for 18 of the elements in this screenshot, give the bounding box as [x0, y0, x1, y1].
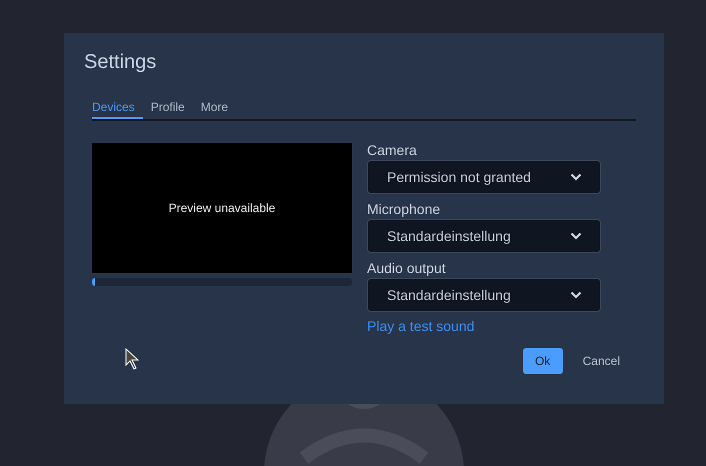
cancel-button[interactable]: Cancel — [570, 348, 632, 374]
dropdown[interactable]: Standardeinstellung — [367, 278, 601, 312]
chevron-down-icon — [570, 173, 582, 181]
mouse-cursor-icon — [125, 348, 139, 370]
tab[interactable]: More — [200, 97, 236, 119]
dropdown[interactable]: Standardeinstellung — [367, 219, 601, 253]
field-label: Microphone — [367, 201, 440, 218]
preview-message: Preview unavailable — [168, 201, 276, 215]
tab[interactable]: Profile — [150, 97, 193, 119]
ok-button[interactable]: Ok — [522, 348, 563, 374]
dropdown[interactable]: Permission not granted — [367, 160, 601, 194]
tab[interactable]: Devices — [92, 97, 143, 119]
field-label: Audio output — [367, 260, 446, 277]
chevron-down-icon — [570, 232, 582, 240]
field-label: Camera — [367, 142, 417, 159]
chevron-down-icon — [570, 291, 582, 299]
dialog-title: Settings — [84, 51, 156, 74]
test-sound-link[interactable]: Play a test sound — [367, 318, 474, 334]
